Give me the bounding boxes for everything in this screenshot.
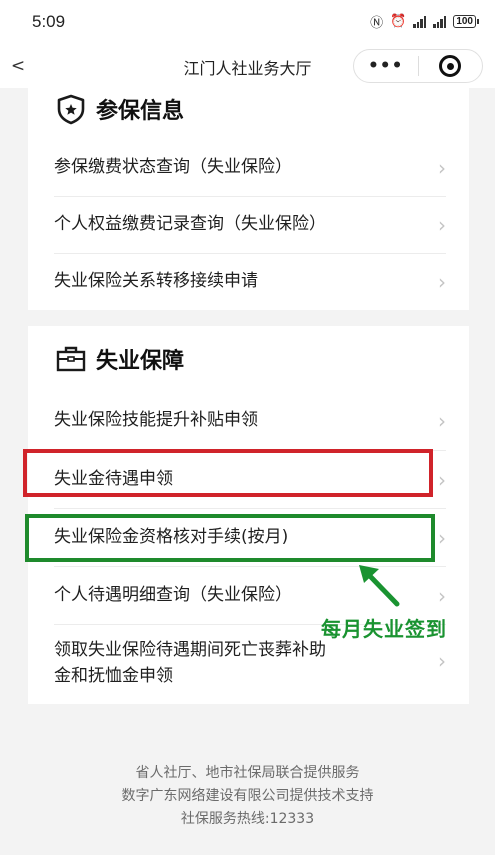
chevron-right-icon: › xyxy=(438,468,446,492)
signal-icon xyxy=(433,15,447,28)
chevron-right-icon: › xyxy=(438,526,446,550)
list-item-label: 失业保险关系转移接续申请 xyxy=(54,271,258,291)
chevron-right-icon: › xyxy=(438,270,446,294)
footer: 省人社厅、地市社保局联合提供服务 数字广东网络建设有限公司提供技术支持 社保服务… xyxy=(0,762,495,831)
footer-line: 数字广东网络建设有限公司提供技术支持 xyxy=(121,788,374,804)
section-title: 失业保障 xyxy=(96,349,185,374)
status-icons: Ⓝ ⏰ 100 xyxy=(370,12,479,31)
list-item[interactable]: 个人权益缴费记录查询（失业保险） › xyxy=(54,197,446,254)
section-insurance-info: 参保信息 参保缴费状态查询（失业保险） › 个人权益缴费记录查询（失业保险） ›… xyxy=(28,88,469,310)
list-item-label: 参保缴费状态查询（失业保险） xyxy=(54,157,292,177)
chevron-right-icon: › xyxy=(438,409,446,433)
list-item-label: 领取失业保险待遇期间死亡丧葬补助 xyxy=(54,640,326,660)
battery-level: 100 xyxy=(453,15,476,28)
list-item[interactable]: 失业保险技能提升补贴申领 › xyxy=(54,390,446,451)
nav-bar: < 江门人社业务大厅 ••• xyxy=(0,44,495,88)
list-item-label: 失业保险技能提升补贴申领 xyxy=(54,410,258,430)
section-title: 参保信息 xyxy=(96,99,185,124)
shield-icon xyxy=(57,94,85,125)
close-target-icon xyxy=(439,55,462,77)
list-item[interactable]: 失业保险关系转移接续申请 › xyxy=(54,254,446,310)
highlight-box-red xyxy=(23,449,433,497)
status-bar: 5:09 Ⓝ ⏰ 100 xyxy=(0,0,495,44)
chevron-right-icon: › xyxy=(438,156,446,180)
section-header: 参保信息 xyxy=(54,92,184,126)
chevron-right-icon: › xyxy=(438,649,446,673)
close-button[interactable] xyxy=(419,55,483,77)
signal-icon xyxy=(413,15,427,28)
mini-program-capsule: ••• xyxy=(353,49,483,83)
list-item-label: 个人权益缴费记录查询（失业保险） xyxy=(54,214,326,234)
footer-line: 省人社厅、地市社保局联合提供服务 xyxy=(135,765,360,781)
arrow-annotation-icon xyxy=(359,565,400,607)
section-header: 失业保障 xyxy=(54,342,184,376)
chevron-right-icon: › xyxy=(438,213,446,237)
nfc-icon: Ⓝ xyxy=(370,16,384,31)
alarm-icon: ⏰ xyxy=(390,14,407,29)
list-item[interactable]: 参保缴费状态查询（失业保险） › xyxy=(54,142,446,197)
annotation-text: 每月失业签到 xyxy=(321,617,447,641)
chevron-right-icon: › xyxy=(438,584,446,608)
status-time: 5:09 xyxy=(32,12,66,31)
list-item-label: 个人待遇明细查询（失业保险） xyxy=(54,585,292,605)
highlight-box-green xyxy=(25,514,435,562)
briefcase-icon xyxy=(56,346,86,372)
battery-icon: 100 xyxy=(453,15,479,28)
more-button[interactable]: ••• xyxy=(354,56,418,76)
footer-hotline: 社保服务热线:12333 xyxy=(180,811,315,827)
list-item-label: 金和抚恤金申领 xyxy=(54,666,173,686)
